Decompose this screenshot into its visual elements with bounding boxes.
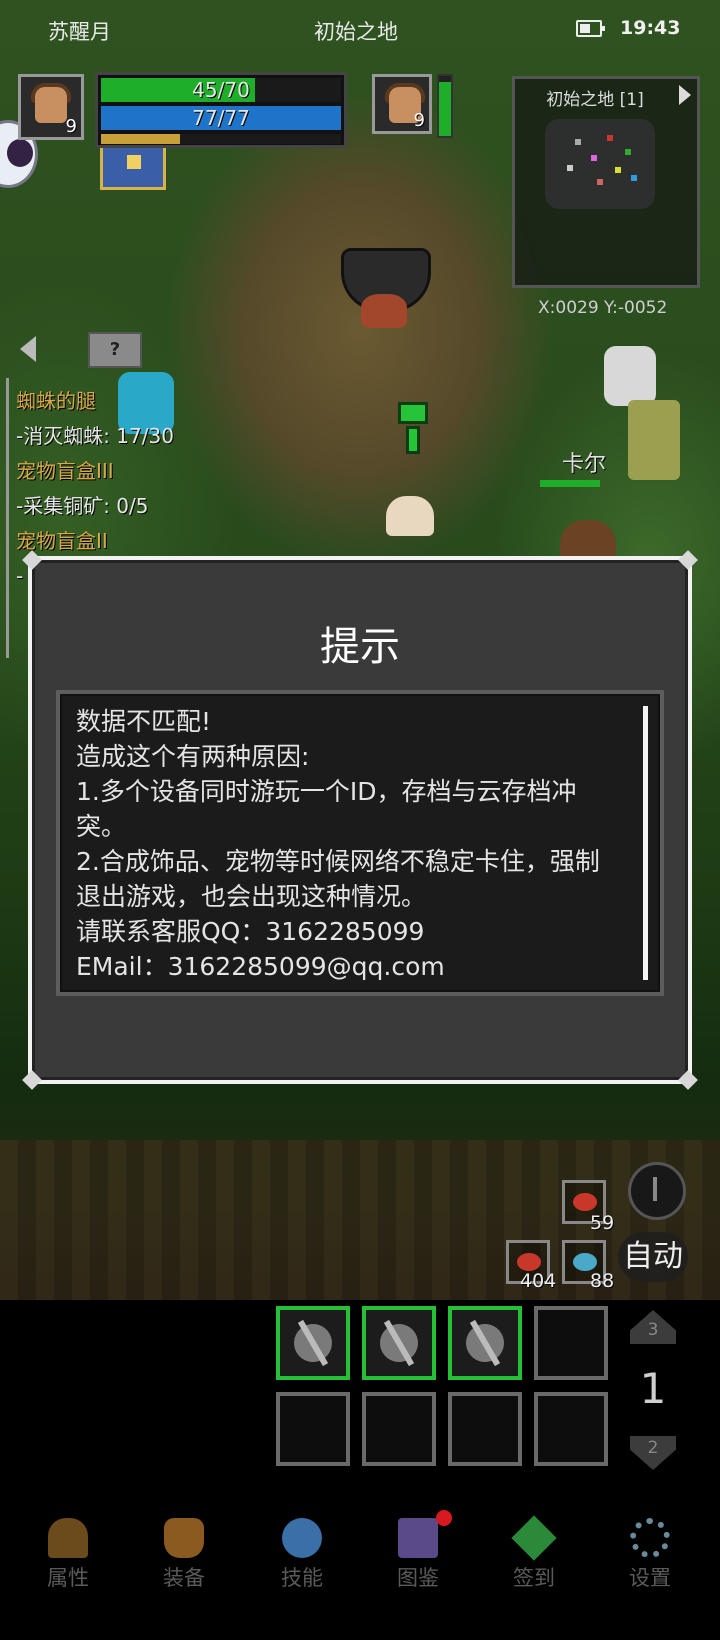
skeleton-enemy[interactable] <box>628 400 680 480</box>
quest-marker-icon <box>398 402 428 456</box>
player-stat-bars: 45/70 77/77 <box>95 72 347 148</box>
status-bar: 苏醒月 初始之地 19:43 <box>0 0 720 60</box>
clock: 19:43 <box>620 17 681 39</box>
skill-slot-1[interactable] <box>276 1306 350 1380</box>
npc-brown-hair[interactable] <box>560 520 616 560</box>
quest-task: -采集铜矿: 0/5 <box>16 494 149 518</box>
quest-title[interactable]: 宠物盲盒III <box>16 454 174 489</box>
nav-equipment[interactable]: 装备 <box>134 1510 234 1610</box>
auto-battle-button[interactable]: 自动 <box>618 1232 688 1282</box>
mp-text: 77/77 <box>192 106 250 130</box>
campfire <box>361 294 407 328</box>
collapse-quests-icon[interactable] <box>20 336 36 362</box>
minimap-dot <box>591 155 597 161</box>
nav-label: 图鉴 <box>397 1566 439 1590</box>
skill-slot-6[interactable] <box>362 1392 436 1466</box>
bag-icon <box>164 1518 204 1558</box>
page-down-label: 2 <box>647 1438 659 1458</box>
nav-skills[interactable]: 技能 <box>252 1510 352 1610</box>
npc-kaer[interactable] <box>604 346 656 406</box>
dialog-message: 数据不匹配! 造成这个有两种原因: 1.多个设备同时游玩一个ID，存档与云存档冲… <box>76 707 600 981</box>
quest-title[interactable]: 蜘蛛的腿 <box>16 384 174 419</box>
nav-label: 设置 <box>629 1566 671 1590</box>
calendar-month: 苏醒月 <box>48 20 111 44</box>
bottom-nav: 属性 装备 技能 图鉴 签到 设置 <box>0 1510 720 1610</box>
hp-text: 45/70 <box>192 78 250 102</box>
meat-icon <box>573 1193 597 1211</box>
minimap-dot <box>575 139 581 145</box>
minimap-dot <box>631 175 637 181</box>
nav-label: 装备 <box>163 1566 205 1590</box>
skill-slot-2[interactable] <box>362 1306 436 1380</box>
pet-hp-bar <box>437 74 453 138</box>
dialog-title: 提示 <box>320 624 400 670</box>
player-level: 9 <box>65 116 77 137</box>
skill-slot-4[interactable] <box>534 1306 608 1380</box>
skill-slot-8[interactable] <box>534 1392 608 1466</box>
nav-settings[interactable]: 设置 <box>600 1510 700 1610</box>
player-portrait[interactable]: 9 <box>18 74 84 140</box>
nav-codex[interactable]: 图鉴 <box>368 1510 468 1610</box>
portrait-face <box>35 87 67 123</box>
hp-bar: 45/70 <box>101 78 341 102</box>
xp-bar-fill <box>101 134 181 144</box>
npc-hp-bar <box>540 480 600 487</box>
skill-slot-5[interactable] <box>276 1392 350 1466</box>
minimap-expand-icon[interactable] <box>679 85 691 105</box>
pet-level: 9 <box>413 110 425 131</box>
alert-dialog: 提示 数据不匹配! 造成这个有两种原因: 1.多个设备同时游玩一个ID，存档与云… <box>22 550 698 1090</box>
player-coordinates: X:0029 Y:-0052 <box>538 298 668 318</box>
quest-marker-stem <box>406 426 420 454</box>
minimap-dot <box>567 165 573 171</box>
battery-icon <box>576 20 605 37</box>
nav-attributes[interactable]: 属性 <box>18 1510 118 1610</box>
book-icon <box>398 1518 438 1558</box>
quest-marker-head <box>398 402 428 424</box>
item-count: 88 <box>590 1270 615 1292</box>
minimap-dot <box>615 167 621 173</box>
claw-skill-icon <box>287 1317 339 1369</box>
quest-list-rail <box>6 378 9 658</box>
nav-label: 属性 <box>47 1566 89 1590</box>
zone-name: 初始之地 <box>314 20 398 44</box>
minimap-dot <box>607 135 613 141</box>
skill-slot-3[interactable] <box>448 1306 522 1380</box>
meat-icon <box>517 1253 541 1271</box>
dialog-scrollbar[interactable] <box>643 706 648 980</box>
pet-portrait[interactable]: 9 <box>372 74 432 134</box>
quest-task: -消灭蜘蛛: 17/30 <box>16 424 174 448</box>
nav-label: 签到 <box>513 1566 555 1590</box>
pet-hp-fill <box>439 82 451 136</box>
quest-help-button[interactable]: ? <box>88 332 142 368</box>
mp-bar: 77/77 <box>101 106 341 130</box>
nav-label: 技能 <box>281 1566 323 1590</box>
minimap-area <box>545 119 655 209</box>
crystal-icon <box>282 1518 322 1558</box>
npc-character[interactable] <box>386 496 434 536</box>
nav-checkin[interactable]: 签到 <box>484 1510 584 1610</box>
minimap-dot <box>597 179 603 185</box>
minimap-title: 初始之地 [1] <box>546 90 644 110</box>
quest-title[interactable]: 宠物盲盒II <box>16 524 174 559</box>
gear-icon <box>630 1518 670 1558</box>
dialog-message-box[interactable]: 数据不匹配! 造成这个有两种原因: 1.多个设备同时游玩一个ID，存档与云存档冲… <box>56 690 664 996</box>
xp-bar <box>101 134 341 144</box>
fish-icon <box>573 1253 597 1271</box>
notification-badge <box>436 1510 452 1526</box>
cauldron-sprite[interactable] <box>335 246 431 332</box>
minimap[interactable]: 初始之地 [1] <box>512 76 700 288</box>
sync-button[interactable] <box>628 1162 686 1220</box>
helmet-icon <box>48 1518 88 1558</box>
item-count: 404 <box>520 1270 557 1292</box>
skill-page-number: 1 <box>639 1364 667 1413</box>
skill-slot-7[interactable] <box>448 1392 522 1466</box>
arrow-skill-icon <box>373 1317 425 1369</box>
item-count: 59 <box>590 1212 615 1234</box>
gem-icon <box>511 1515 557 1561</box>
beast-skill-icon <box>459 1317 511 1369</box>
npc-name-label: 卡尔 <box>562 452 607 477</box>
minimap-dot <box>625 149 631 155</box>
